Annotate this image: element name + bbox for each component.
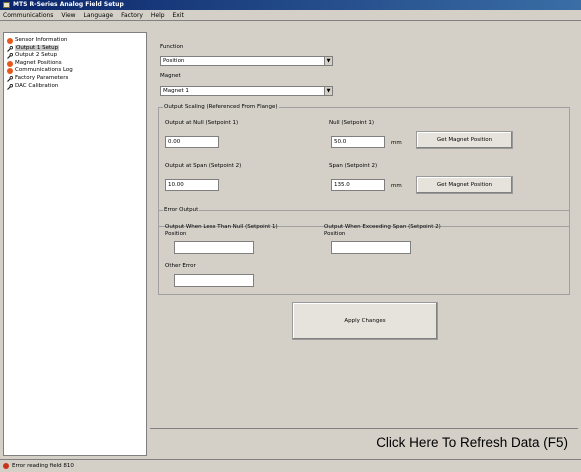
nav-item-magnet-positions[interactable]: Magnet Positions bbox=[4, 60, 146, 68]
window-titlebar: MTS R-Series Analog Field Setup bbox=[0, 0, 581, 10]
function-select-value: Position bbox=[163, 58, 185, 64]
menu-help[interactable]: Help bbox=[151, 12, 165, 19]
less-than-null-input[interactable] bbox=[174, 241, 254, 254]
setup-panel: Function Position ▼ Magnet Magnet 1 ▼ Ou… bbox=[150, 32, 578, 456]
error-output-title: Error Output bbox=[163, 207, 200, 213]
wrench-icon bbox=[7, 45, 13, 52]
null-output-label: Output at Null (Setpoint 1) bbox=[165, 120, 239, 126]
get-magnet-position-button-null[interactable]: Get Magnet Position bbox=[416, 131, 513, 149]
get-magnet-position-button-span[interactable]: Get Magnet Position bbox=[416, 176, 513, 194]
other-error-input[interactable] bbox=[174, 274, 254, 287]
null-output-input[interactable]: 0.00 bbox=[165, 136, 219, 148]
wrench-icon bbox=[7, 83, 13, 90]
nav-item-label: Output 2 Setup bbox=[15, 52, 58, 59]
nav-item-label: Communications Log bbox=[15, 67, 73, 74]
less-than-null-sublabel: Position bbox=[165, 231, 187, 237]
null-unit: mm bbox=[391, 140, 402, 146]
app-icon bbox=[3, 2, 10, 8]
nav-item-communications-log[interactable]: Communications Log bbox=[4, 67, 146, 75]
menu-communications[interactable]: Communications bbox=[3, 12, 53, 19]
navigation-tree: Sensor Information Output 1 Setup Output… bbox=[3, 32, 147, 456]
window-title: MTS R-Series Analog Field Setup bbox=[13, 1, 124, 8]
wrench-icon bbox=[7, 53, 13, 60]
nav-item-label: Magnet Positions bbox=[15, 59, 62, 66]
null-setpoint-input[interactable]: 50.0 bbox=[331, 136, 385, 148]
span-setpoint-input[interactable]: 135.0 bbox=[331, 179, 385, 191]
function-select[interactable]: Position ▼ bbox=[160, 56, 333, 66]
error-icon bbox=[7, 60, 13, 67]
nav-item-factory-parameters[interactable]: Factory Parameters bbox=[4, 75, 146, 83]
span-output-input[interactable]: 10.00 bbox=[165, 179, 219, 191]
exceeding-span-label: Output When Exceeding Span (Setpoint 2) bbox=[324, 224, 441, 230]
error-output-group: Error Output Output When Less Than Null … bbox=[158, 207, 570, 295]
error-icon bbox=[7, 68, 13, 75]
menu-view[interactable]: View bbox=[61, 12, 75, 19]
other-error-label: Other Error bbox=[165, 263, 196, 269]
chevron-down-icon[interactable]: ▼ bbox=[324, 57, 332, 65]
menu-factory[interactable]: Factory bbox=[121, 12, 143, 19]
magnet-select[interactable]: Magnet 1 ▼ bbox=[160, 86, 333, 96]
output-scaling-title: Output Scaling (Referenced From Flange) bbox=[163, 104, 279, 110]
magnet-select-value: Magnet 1 bbox=[163, 88, 189, 94]
wrench-icon bbox=[7, 75, 13, 82]
status-bar: Error reading field 810 bbox=[0, 459, 581, 472]
menu-bar: Communications View Language Factory Hel… bbox=[0, 10, 581, 21]
nav-item-label: Sensor Information bbox=[15, 37, 68, 43]
nav-item-output-2-setup[interactable]: Output 2 Setup bbox=[4, 52, 146, 60]
error-icon bbox=[3, 463, 9, 469]
chevron-down-icon[interactable]: ▼ bbox=[324, 87, 332, 95]
null-setpoint-label: Null (Setpoint 1) bbox=[329, 120, 375, 126]
nav-item-label: Output 1 Setup bbox=[15, 44, 60, 51]
menu-exit[interactable]: Exit bbox=[173, 12, 184, 19]
output-scaling-group: Output Scaling (Referenced From Flange) … bbox=[158, 104, 570, 227]
exceeding-span-input[interactable] bbox=[331, 241, 411, 254]
nav-item-label: Factory Parameters bbox=[15, 74, 69, 81]
exceeding-span-sublabel: Position bbox=[324, 231, 346, 237]
refresh-data-button[interactable]: Click Here To Refresh Data (F5) bbox=[150, 428, 578, 456]
function-label: Function bbox=[160, 44, 184, 50]
menu-language[interactable]: Language bbox=[84, 12, 114, 19]
less-than-null-label: Output When Less Than Null (Setpoint 1) bbox=[165, 224, 278, 230]
nav-item-label: DAC Calibration bbox=[15, 82, 59, 89]
nav-item-output-1-setup[interactable]: Output 1 Setup bbox=[4, 44, 146, 53]
nav-item-dac-calibration[interactable]: DAC Calibration bbox=[4, 83, 146, 91]
magnet-label: Magnet bbox=[160, 73, 181, 79]
nav-item-sensor-information[interactable]: Sensor Information bbox=[4, 37, 146, 45]
status-text: Error reading field 810 bbox=[12, 463, 74, 469]
span-unit: mm bbox=[391, 183, 402, 189]
span-setpoint-label: Span (Setpoint 2) bbox=[329, 163, 378, 169]
apply-changes-button[interactable]: Apply Changes bbox=[292, 302, 438, 340]
span-output-label: Output at Span (Setpoint 2) bbox=[165, 163, 242, 169]
error-icon bbox=[7, 38, 13, 44]
